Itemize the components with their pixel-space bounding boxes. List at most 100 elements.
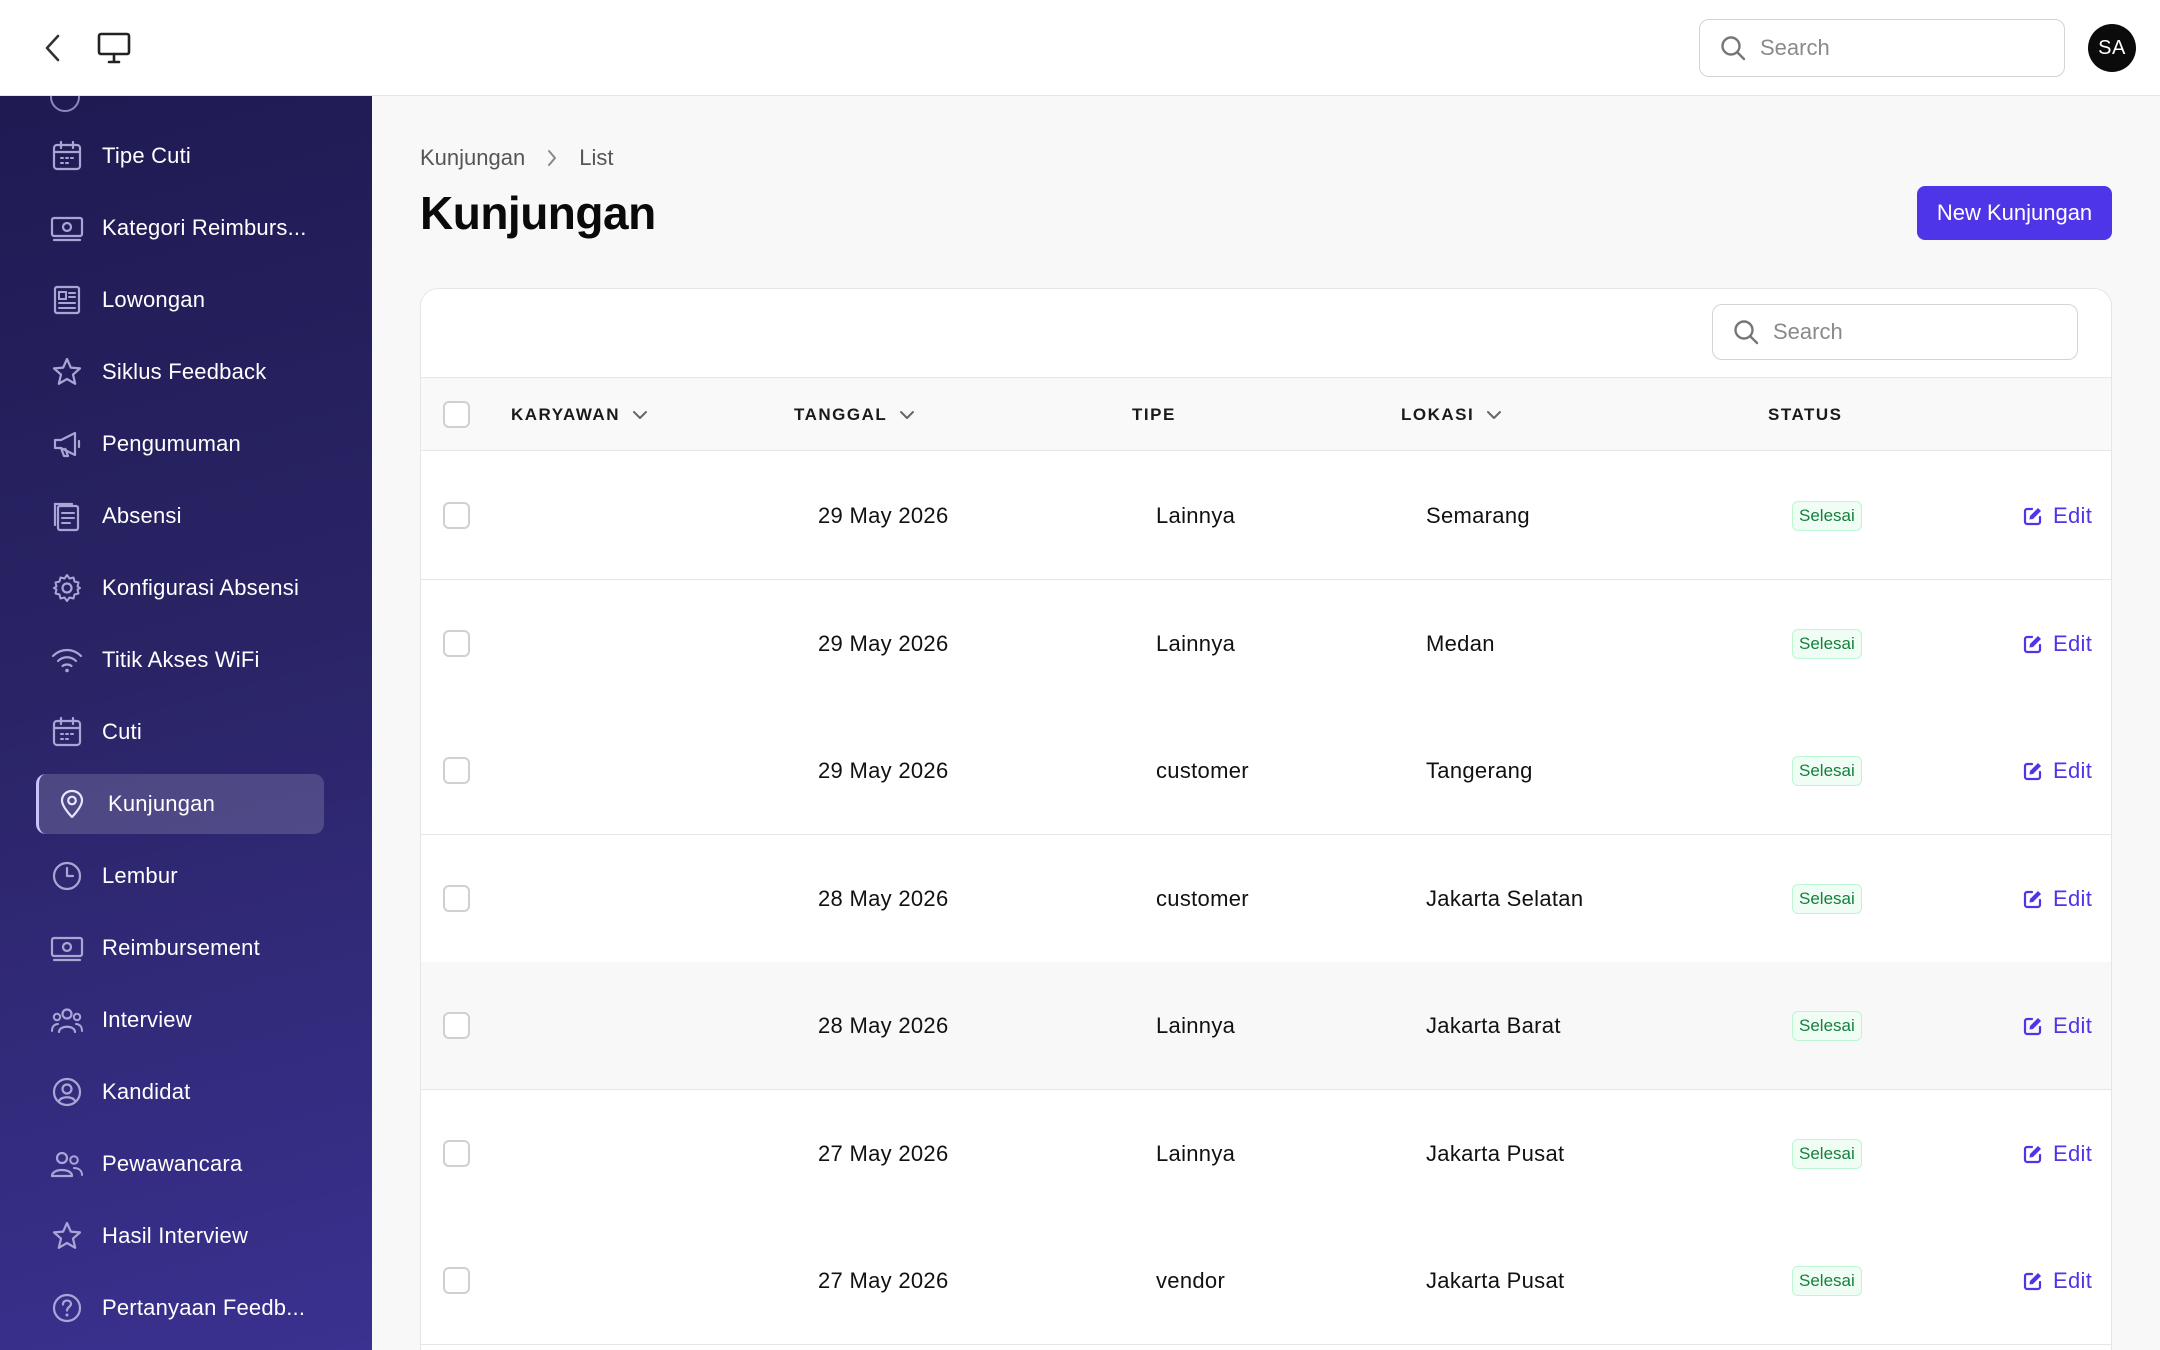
status-badge: Selesai <box>1792 883 1862 914</box>
sidebar-item-kandidat[interactable]: Kandidat <box>36 1062 324 1122</box>
breadcrumb: Kunjungan List <box>420 145 613 171</box>
select-all-checkbox[interactable] <box>443 401 470 428</box>
column-header-label: TIPE <box>1132 405 1176 424</box>
sidebar-item-tipe-cuti[interactable]: Tipe Cuti <box>36 126 324 186</box>
sidebar-item-konfigurasi-absensi[interactable]: Konfigurasi Absensi <box>36 558 324 618</box>
table-row[interactable]: 27 May 2026 Lainnya Jakarta Pusat Selesa… <box>421 1089 2111 1218</box>
sidebar-item-label: Lowongan <box>102 287 206 312</box>
column-header-karyawan[interactable]: KARYAWAN <box>511 378 648 452</box>
sidebar-item-label: Lembur <box>102 863 178 888</box>
map-pin-icon <box>54 786 90 822</box>
edit-button[interactable]: Edit <box>2023 758 2092 784</box>
sidebar-item-kategori-reimburs[interactable]: Kategori Reimburs... <box>36 198 324 258</box>
sidebar-item-label: Kandidat <box>102 1079 191 1104</box>
row-checkbox[interactable] <box>443 1012 470 1039</box>
edit-button[interactable]: Edit <box>2023 886 2092 912</box>
sidebar-item-absensi[interactable]: Absensi <box>36 486 324 546</box>
edit-label: Edit <box>2053 503 2093 528</box>
edit-button[interactable]: Edit <box>2023 503 2092 529</box>
row-checkbox[interactable] <box>443 1139 470 1167</box>
banknote-icon <box>49 930 85 966</box>
sidebar-item-label: Pewawancara <box>102 1151 243 1176</box>
sidebar: Tipe Cuti Kategori Reimburs... Lowongan Sik… <box>0 96 372 1350</box>
edit-button[interactable]: Edit <box>2023 1268 2092 1294</box>
edit-label: Edit <box>2053 1140 2093 1166</box>
table-search[interactable] <box>1712 304 2078 360</box>
cell-tipe: customer <box>1156 758 1249 783</box>
edit-icon <box>2023 1143 2045 1165</box>
monitor-icon[interactable] <box>96 30 132 66</box>
cell-status: Selesai <box>1792 452 1862 580</box>
sidebar-item-cuti[interactable]: Cuti <box>36 702 324 762</box>
row-checkbox[interactable] <box>443 757 470 784</box>
table-header: KARYAWAN TANGGAL TIPE LOKASI STATUS <box>421 377 2111 452</box>
sidebar-item-label: Tipe Cuti <box>102 143 192 168</box>
cell-status: Selesai <box>1792 707 1862 835</box>
sidebar-item-pengumuman[interactable]: Pengumuman <box>36 414 324 474</box>
search-icon <box>1718 33 1748 63</box>
table-row[interactable]: 29 May 2026 customer Tangerang Selesai E… <box>421 707 2111 835</box>
sidebar-item-label: Konfigurasi Absensi <box>102 575 300 600</box>
user-avatar[interactable]: SA <box>2088 24 2136 72</box>
cell-tipe: customer <box>1156 885 1249 911</box>
row-checkbox[interactable] <box>443 502 470 529</box>
status-badge: Selesai <box>1792 756 1862 786</box>
sidebar-item-pertanyaan-feedb[interactable]: Pertanyaan Feedb... <box>36 1278 324 1338</box>
edit-button[interactable]: Edit <box>2023 1141 2092 1167</box>
table-row[interactable]: 27 May 2026 vendor Jakarta Pusat Selesai… <box>421 1217 2111 1345</box>
chevron-down-icon <box>899 410 915 420</box>
row-checkbox[interactable] <box>443 884 470 912</box>
sidebar-item-reimbursement[interactable]: Reimbursement <box>36 918 324 978</box>
user-circle-icon <box>49 1074 85 1110</box>
table-row[interactable]: 28 May 2026 customer Jakarta Selatan Sel… <box>421 834 2111 963</box>
edit-icon <box>2023 505 2045 527</box>
edit-label: Edit <box>2053 1268 2093 1293</box>
cell-status: Selesai <box>1792 1090 1862 1218</box>
sidebar-item-kunjungan[interactable]: Kunjungan <box>36 774 324 834</box>
megaphone-icon <box>49 426 85 462</box>
chevron-right-icon <box>547 149 557 167</box>
users-icon <box>49 1146 85 1182</box>
sidebar-item-siklus-feedback[interactable]: Siklus Feedback <box>36 342 324 402</box>
new-kunjungan-button[interactable]: New Kunjungan <box>1917 186 2112 240</box>
cell-status: Selesai <box>1792 962 1862 1090</box>
table-search-input[interactable] <box>1773 319 2053 345</box>
cell-tanggal: 27 May 2026 <box>818 1140 949 1166</box>
cell-lokasi: Jakarta Pusat <box>1426 1140 1565 1166</box>
sidebar-item-titik-akses-wifi[interactable]: Titik Akses WiFi <box>36 630 324 690</box>
sidebar-item-label: Siklus Feedback <box>102 359 267 384</box>
edit-button[interactable]: Edit <box>2023 631 2092 657</box>
column-header-label: STATUS <box>1768 405 1843 424</box>
row-checkbox[interactable] <box>443 1267 470 1294</box>
sidebar-item-label: Titik Akses WiFi <box>102 647 260 672</box>
global-search-input[interactable] <box>1760 35 2040 61</box>
sidebar-item-hasil-interview[interactable]: Hasil Interview <box>36 1206 324 1266</box>
sidebar-item-lowongan[interactable]: Lowongan <box>36 270 324 330</box>
row-checkbox[interactable] <box>443 629 470 657</box>
cell-actions: Edit <box>2023 707 2092 835</box>
cell-lokasi: Jakarta Selatan <box>1426 885 1584 911</box>
column-header-tanggal[interactable]: TANGGAL <box>794 378 915 452</box>
edit-button[interactable]: Edit <box>2023 1013 2092 1039</box>
banknote-icon <box>49 210 85 246</box>
sidebar-item-interview[interactable]: Interview <box>36 990 324 1050</box>
sidebar-item-pewawancara[interactable]: Pewawancara <box>36 1134 324 1194</box>
breadcrumb-current: List <box>579 145 614 170</box>
column-header-lokasi[interactable]: LOKASI <box>1401 378 1502 452</box>
calendar-icon <box>49 138 85 174</box>
table-card: KARYAWAN TANGGAL TIPE LOKASI STATUS 29 M… <box>420 288 2112 1350</box>
sidebar-item-label: Reimbursement <box>102 935 260 960</box>
clock-icon <box>49 858 85 894</box>
cell-lokasi: Tangerang <box>1426 758 1533 783</box>
edit-label: Edit <box>2053 630 2093 656</box>
sidebar-item-label: Kunjungan <box>108 791 216 816</box>
table-row[interactable]: 29 May 2026 Lainnya Semarang Selesai Edi… <box>421 452 2111 580</box>
column-header-label: KARYAWAN <box>511 405 620 424</box>
table-row[interactable]: 29 May 2026 Lainnya Medan Selesai Edit <box>421 579 2111 708</box>
table-row[interactable]: 28 May 2026 Lainnya Jakarta Barat Selesa… <box>421 962 2111 1090</box>
global-search[interactable] <box>1699 19 2065 77</box>
breadcrumb-parent-link[interactable]: Kunjungan <box>420 145 525 171</box>
search-icon <box>1731 317 1761 347</box>
sidebar-item-lembur[interactable]: Lembur <box>36 846 324 906</box>
back-arrow-icon[interactable] <box>38 34 66 62</box>
